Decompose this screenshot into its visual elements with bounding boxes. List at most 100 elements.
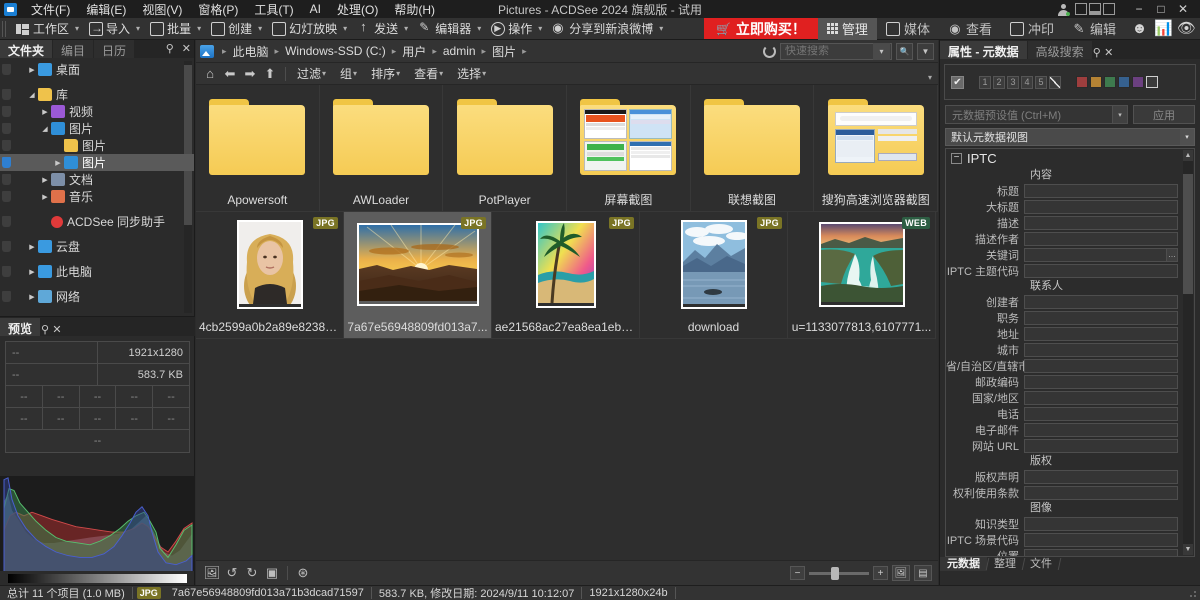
toolbar-action-button[interactable]: 操作 [486, 18, 537, 39]
menu-ai[interactable]: AI [302, 1, 329, 17]
expand-arrow-icon[interactable]: ▶ [26, 268, 38, 276]
tree-marker-icon[interactable] [2, 106, 11, 117]
back-icon[interactable]: ⬅ [220, 65, 240, 83]
layout-single-icon[interactable] [1075, 3, 1087, 15]
expand-arrow-icon[interactable]: ▶ [26, 243, 38, 251]
filter-icon[interactable]: ▼ [917, 43, 934, 60]
rating-2[interactable]: 2 [993, 76, 1005, 89]
expand-arrow-icon[interactable]: ▶ [52, 159, 64, 167]
editor-caret-icon[interactable]: ▾ [476, 24, 486, 33]
metadata-scrollbar[interactable]: ▲ ▼ [1183, 150, 1193, 555]
pin-properties-icon[interactable]: ⚲ [1093, 47, 1101, 59]
metadata-field-input[interactable] [1024, 359, 1178, 373]
image-item[interactable]: JPGae21568ac27ea8ea1eb4c... [492, 212, 640, 339]
rating-5[interactable]: 5 [1035, 76, 1047, 89]
metadata-field-input[interactable] [1024, 517, 1178, 531]
tree-marker-icon[interactable] [2, 291, 11, 302]
quick-search-box[interactable]: ▾ [780, 43, 892, 60]
rating-3[interactable]: 3 [1007, 76, 1019, 89]
rotate-right-icon[interactable]: ↻ [242, 564, 262, 582]
metadata-field-input[interactable]: … [1024, 248, 1178, 262]
rating-1[interactable]: 1 [979, 76, 991, 89]
batch-caret-icon[interactable]: ▾ [196, 24, 206, 33]
layout-panel-icon[interactable] [1103, 3, 1115, 15]
create-caret-icon[interactable]: ▾ [257, 24, 267, 33]
collapse-arrow-icon[interactable]: ◢ [26, 91, 38, 99]
expand-arrow-icon[interactable]: ▶ [26, 66, 38, 74]
expand-arrow-icon[interactable]: ▶ [39, 108, 51, 116]
tab-preview[interactable]: 预览 [0, 318, 40, 336]
mode-tab-media[interactable]: 媒体 [877, 18, 939, 40]
menu-view[interactable]: 视图(V) [134, 0, 190, 19]
breadcrumb-admin[interactable]: admin [441, 44, 478, 58]
toolbar-grip[interactable] [2, 21, 8, 37]
nav-sort-menu[interactable]: 排序▾ [365, 63, 408, 84]
scroll-down-icon[interactable]: ▼ [1183, 544, 1193, 555]
tree-item-音乐[interactable]: ▶音乐 [0, 188, 194, 205]
breadcrumb-drive[interactable]: Windows-SSD (C:) [283, 44, 388, 58]
folder-item[interactable]: 联想截图 [691, 85, 815, 212]
folder-item[interactable]: Apowersoft [196, 85, 320, 212]
send-caret-icon[interactable]: ▾ [403, 24, 413, 33]
rating-4[interactable]: 4 [1021, 76, 1033, 89]
zoom-slider-knob[interactable] [831, 567, 839, 580]
menu-file[interactable]: 文件(F) [23, 0, 78, 19]
color-label-2[interactable] [1090, 76, 1102, 88]
color-label-4[interactable] [1118, 76, 1130, 88]
toolbar-share-button[interactable]: 分享到新浪微博 [547, 18, 658, 39]
toolbar-editor-button[interactable]: 编辑器 [413, 18, 476, 39]
metadata-field-input[interactable] [1024, 423, 1178, 437]
metadata-field-input[interactable] [1024, 533, 1178, 547]
zoom-in-button[interactable]: + [873, 566, 888, 580]
toolbar-import-button[interactable]: 导入 [84, 18, 135, 39]
nav-view-menu[interactable]: 查看▾ [408, 63, 451, 84]
keywords-browse-button[interactable]: … [1166, 248, 1178, 262]
view-chevron-down-icon[interactable]: ▾ [1180, 129, 1194, 145]
nav-group-menu[interactable]: 组▾ [334, 63, 365, 84]
color-label-6[interactable] [1146, 76, 1158, 88]
metadata-field-input[interactable] [1024, 200, 1178, 214]
minimize-button[interactable]: − [1128, 0, 1150, 18]
stop-icon[interactable]: ▣ [262, 564, 282, 582]
metadata-view-dropdown[interactable]: 默认元数据视图 ▾ [945, 128, 1195, 146]
mode-tab-view[interactable]: ◉ 查看 [939, 18, 1001, 40]
tab-catalog[interactable]: 编目 [53, 40, 93, 58]
menu-pane[interactable]: 窗格(P) [190, 0, 246, 19]
tree-marker-icon[interactable] [2, 89, 11, 100]
menu-process[interactable]: 处理(O) [329, 0, 386, 19]
close-preview-icon[interactable]: ✕ [52, 324, 61, 336]
close-button[interactable]: ✕ [1172, 0, 1194, 18]
metadata-field-input[interactable] [1024, 295, 1178, 309]
bottom-tab-file[interactable]: 文件 [1023, 557, 1059, 571]
metadata-field-input[interactable] [1024, 375, 1178, 389]
pin-panel-icon[interactable]: ⚲ [166, 42, 174, 55]
home-icon[interactable]: ⌂ [200, 65, 220, 83]
tree-marker-icon[interactable] [2, 241, 11, 252]
metadata-field-input[interactable] [1024, 549, 1178, 558]
folder-item[interactable]: AWLoader [320, 85, 444, 212]
detail-view-icon[interactable]: ▤ [914, 565, 932, 581]
tree-marker-icon[interactable] [2, 216, 11, 227]
tree-item-云盘[interactable]: ▶云盘 [0, 238, 194, 255]
toolbar-workspace-button[interactable]: 工作区 [11, 18, 74, 39]
toolbar-create-button[interactable]: 创建 [206, 18, 257, 39]
metadata-scroll-thumb[interactable] [1183, 174, 1193, 294]
metadata-field-input[interactable] [1024, 216, 1178, 230]
tree-item-网络[interactable]: ▶网络 [0, 288, 194, 305]
tree-marker-icon[interactable] [2, 174, 11, 185]
folder-item[interactable]: 屏幕截图 [567, 85, 691, 212]
metadata-field-input[interactable] [1024, 327, 1178, 341]
color-label-3[interactable] [1104, 76, 1116, 88]
preset-chevron-down-icon[interactable]: ▾ [1112, 106, 1127, 123]
tab-advanced-search[interactable]: 高级搜索 [1028, 41, 1092, 59]
menu-edit[interactable]: 编辑(E) [78, 0, 134, 19]
maximize-button[interactable]: □ [1150, 0, 1172, 18]
metadata-field-input[interactable] [1024, 311, 1178, 325]
metadata-field-input[interactable] [1024, 343, 1178, 357]
expand-arrow-icon[interactable]: ▶ [39, 176, 51, 184]
color-label-5[interactable] [1132, 76, 1144, 88]
search-dropdown-icon[interactable]: ▾ [873, 43, 890, 60]
rotate-left-icon[interactable]: ↺ [222, 564, 242, 582]
menu-tools[interactable]: 工具(T) [246, 0, 301, 19]
layout-split-icon[interactable] [1089, 3, 1101, 15]
